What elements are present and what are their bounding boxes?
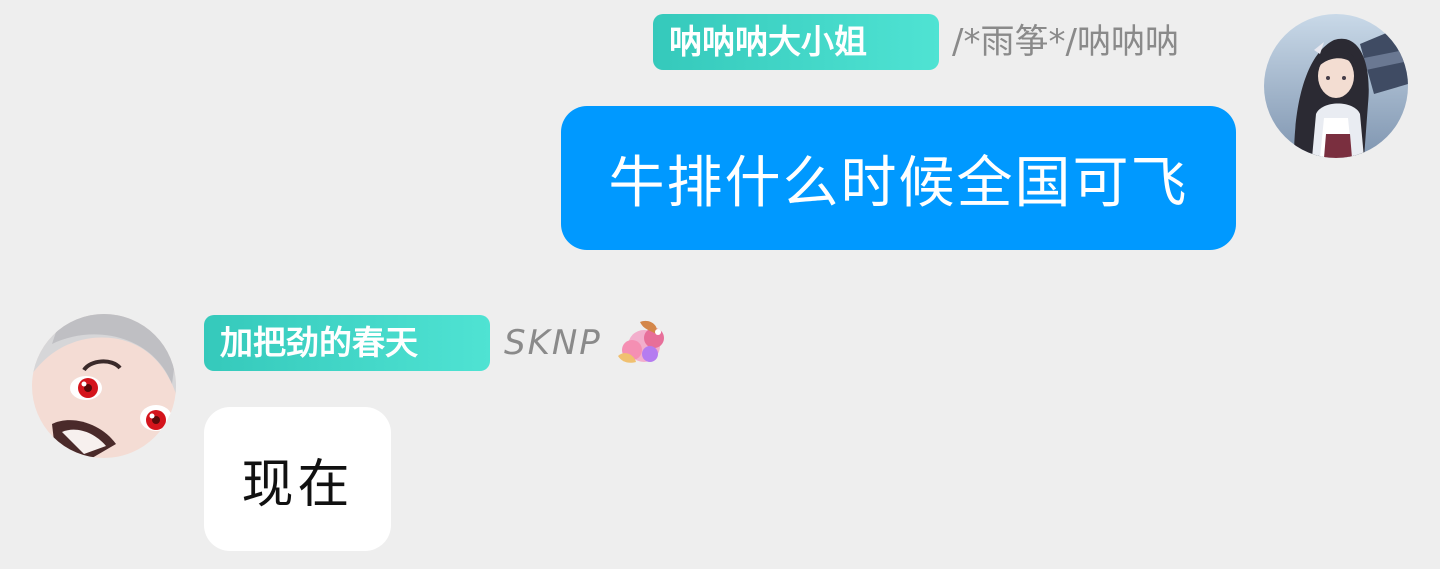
flower-dragon-icon [610,316,670,370]
message-bubble-outgoing[interactable]: 牛排什么时候全国可飞 [561,106,1236,250]
avatar-image [1264,14,1408,158]
sender-nickname[interactable]: /*雨筝*/呐呐呐 [952,14,1179,70]
member-title-badge[interactable]: 加把劲的春天 [204,315,490,371]
message-text: 牛排什么时候全国可飞 [608,150,1189,216]
message-text: 现在 [241,454,354,515]
sender-nickname[interactable]: SKNP [504,315,602,371]
message-bubble-incoming[interactable]: 现在 [204,407,391,551]
avatar[interactable] [1264,14,1408,158]
avatar-image [32,314,176,458]
member-title-badge[interactable]: 呐呐呐大小姐 [653,14,939,70]
avatar[interactable] [32,314,176,458]
chat-window: 呐呐呐大小姐 /*雨筝*/呐呐呐 牛排什么时候全国可飞 加把劲的春天 SKNP … [0,0,1440,569]
